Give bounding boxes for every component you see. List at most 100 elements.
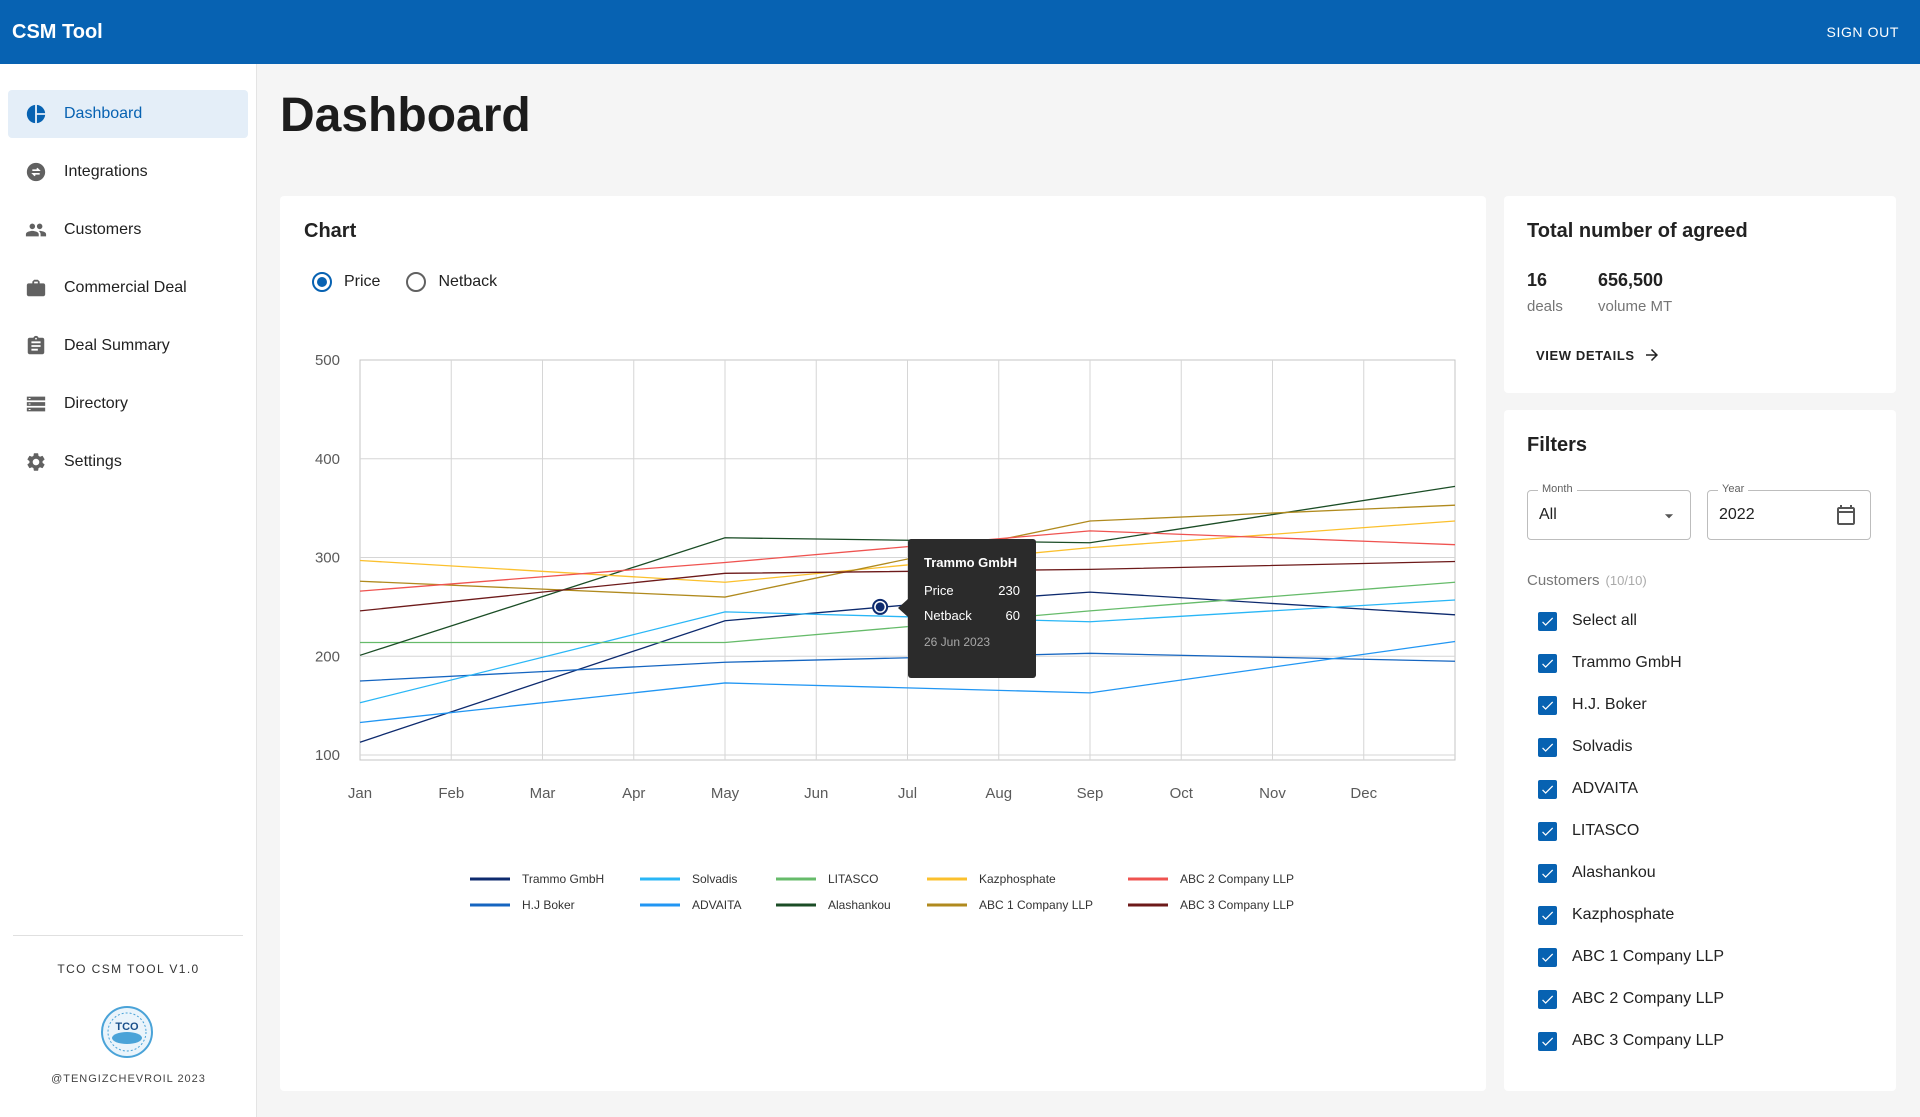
tooltip-netback-value: 60: [1005, 608, 1020, 623]
sidebar-item-directory[interactable]: Directory: [8, 380, 248, 428]
total-agreed-card: Total number of agreed 16 deals 656,500 …: [1504, 196, 1896, 393]
sidebar-item-customers[interactable]: Customers: [8, 206, 248, 254]
year-field[interactable]: Year 2022: [1707, 483, 1871, 540]
checkbox-checked-icon: [1538, 821, 1557, 841]
chart-card: Chart Price Netback 100 200 300 400 500 Jan Fe…: [280, 196, 1486, 1091]
x-tick-label: Jul: [898, 785, 917, 802]
sidebar-item-deal-summary[interactable]: Deal Summary: [8, 322, 248, 370]
gear-icon: [24, 450, 48, 474]
sidebar-item-commercial-deal[interactable]: Commercial Deal: [8, 264, 248, 312]
sidebar: Dashboard Integrations Customers Commerc…: [0, 64, 257, 1117]
checkbox-checked-icon: [1538, 863, 1557, 883]
checkbox-checked-icon: [1538, 737, 1557, 757]
dropdown-arrow-icon: [1664, 514, 1674, 519]
legend-label: ABC 1 Company LLP: [979, 898, 1093, 912]
customer-checkbox-alashankou[interactable]: Alashankou: [1538, 861, 1656, 885]
sidebar-item-label: Deal Summary: [64, 337, 170, 354]
year-label: Year: [1718, 483, 1749, 495]
x-tick-label: Jun: [804, 785, 828, 802]
customer-checkbox-abc-1-company-llp[interactable]: ABC 1 Company LLP: [1538, 945, 1724, 969]
customer-checkbox-litasco[interactable]: LITASCO: [1538, 819, 1639, 843]
total-card-title: Total number of agreed: [1527, 220, 1748, 242]
copyright: @TENGIZCHEVROIL 2023: [51, 1073, 206, 1085]
checkbox-checked-icon: [1538, 947, 1557, 967]
view-details-button[interactable]: VIEW DETAILS: [1536, 346, 1661, 364]
y-tick-label: 300: [315, 550, 340, 567]
checkbox-label: ABC 2 Company LLP: [1572, 990, 1725, 1007]
sign-out-button[interactable]: SIGN OUT: [1827, 24, 1899, 40]
checkbox-checked-icon: [1538, 905, 1557, 925]
people-icon: [24, 218, 48, 242]
month-select[interactable]: Month All: [1527, 483, 1691, 540]
legend-label: Alashankou: [828, 898, 891, 912]
checkbox-label: Alashankou: [1572, 864, 1656, 881]
tooltip-price-value: 230: [998, 583, 1020, 598]
x-tick-label: Sep: [1077, 785, 1104, 802]
customer-checkbox-kazphosphate[interactable]: Kazphosphate: [1538, 903, 1674, 927]
clipboard-icon: [24, 334, 48, 358]
swap-icon: [24, 160, 48, 184]
sidebar-item-label: Integrations: [64, 163, 148, 180]
legend-label: ABC 3 Company LLP: [1180, 898, 1294, 912]
tooltip-date: 26 Jun 2023: [924, 635, 991, 649]
sidebar-item-label: Directory: [64, 395, 129, 412]
x-tick-label: Aug: [985, 785, 1012, 802]
customer-checkbox-select-all[interactable]: Select all: [1538, 609, 1637, 633]
year-value: 2022: [1719, 506, 1755, 523]
checkbox-label: Solvadis: [1572, 738, 1633, 755]
sidebar-divider: [13, 935, 243, 936]
company-logo: TCO: [101, 1006, 153, 1058]
y-tick-label: 200: [315, 648, 340, 665]
volume-label: volume MT: [1598, 298, 1673, 315]
legend-label: ABC 2 Company LLP: [1180, 872, 1294, 886]
calendar-icon[interactable]: [1834, 503, 1858, 527]
customer-checkbox-h-j-boker[interactable]: H.J. Boker: [1538, 693, 1647, 717]
checkbox-label: ADVAITA: [1572, 780, 1639, 797]
checkbox-checked-icon: [1538, 695, 1557, 715]
highlight-point: [875, 602, 885, 612]
checkbox-label: Select all: [1572, 612, 1637, 629]
app-version: TCO CSM TOOL V1.0: [57, 962, 200, 976]
sidebar-item-label: Customers: [64, 221, 142, 238]
app-bar: CSM Tool SIGN OUT: [0, 0, 1920, 64]
customer-checkbox-abc-2-company-llp[interactable]: ABC 2 Company LLP: [1538, 987, 1724, 1011]
filters-title: Filters: [1527, 434, 1588, 456]
briefcase-icon: [24, 276, 48, 300]
y-tick-label: 100: [315, 747, 340, 764]
legend-label: LITASCO: [828, 872, 878, 886]
logo-text: TCO: [115, 1021, 139, 1033]
x-tick-label: Nov: [1259, 785, 1286, 802]
customer-checkbox-trammo-gmbh[interactable]: Trammo GmbH: [1538, 651, 1682, 675]
filters-card: Filters Month All Year 2022 Customers (10…: [1504, 410, 1896, 1091]
y-tick-label: 400: [315, 451, 340, 468]
customers-count: (10/10): [1605, 573, 1647, 588]
checkbox-label: ABC 1 Company LLP: [1572, 948, 1725, 965]
deals-count: 16: [1527, 270, 1548, 290]
sidebar-item-label: Dashboard: [64, 105, 143, 122]
line-chart: 100 200 300 400 500 Jan Feb Mar Apr May Jun Jul Aug S…: [315, 352, 1456, 912]
view-details-label: VIEW DETAILS: [1536, 347, 1635, 363]
checkbox-label: Trammo GmbH: [1572, 654, 1682, 671]
tooltip-netback-row: Netback 60: [924, 608, 1020, 623]
checkbox-checked-icon: [1538, 779, 1557, 799]
x-tick-label: Mar: [530, 785, 556, 802]
customer-checkbox-advaita[interactable]: ADVAITA: [1538, 777, 1638, 801]
sidebar-item-integrations[interactable]: Integrations: [8, 148, 248, 196]
tooltip-price-row: Price 230: [924, 583, 1020, 598]
sidebar-item-dashboard[interactable]: Dashboard: [8, 90, 248, 138]
tooltip-netback-label: Netback: [924, 608, 972, 623]
checkbox-checked-icon: [1538, 989, 1557, 1009]
customer-checkbox-solvadis[interactable]: Solvadis: [1538, 735, 1632, 759]
customers-heading: Customers (10/10): [1527, 572, 1647, 589]
pie-chart-icon: [24, 102, 48, 126]
month-label: Month: [1538, 483, 1577, 495]
tooltip-title: Trammo GmbH: [924, 555, 1018, 570]
checkbox-label: Kazphosphate: [1572, 906, 1675, 923]
checkbox-checked-icon: [1538, 1031, 1557, 1051]
x-tick-label: Feb: [438, 785, 464, 802]
y-tick-label: 500: [315, 352, 340, 369]
sidebar-item-settings[interactable]: Settings: [8, 438, 248, 486]
customers-label: Customers: [1527, 572, 1600, 589]
customer-checkbox-abc-3-company-llp[interactable]: ABC 3 Company LLP: [1538, 1029, 1724, 1053]
month-value: All: [1539, 506, 1557, 523]
